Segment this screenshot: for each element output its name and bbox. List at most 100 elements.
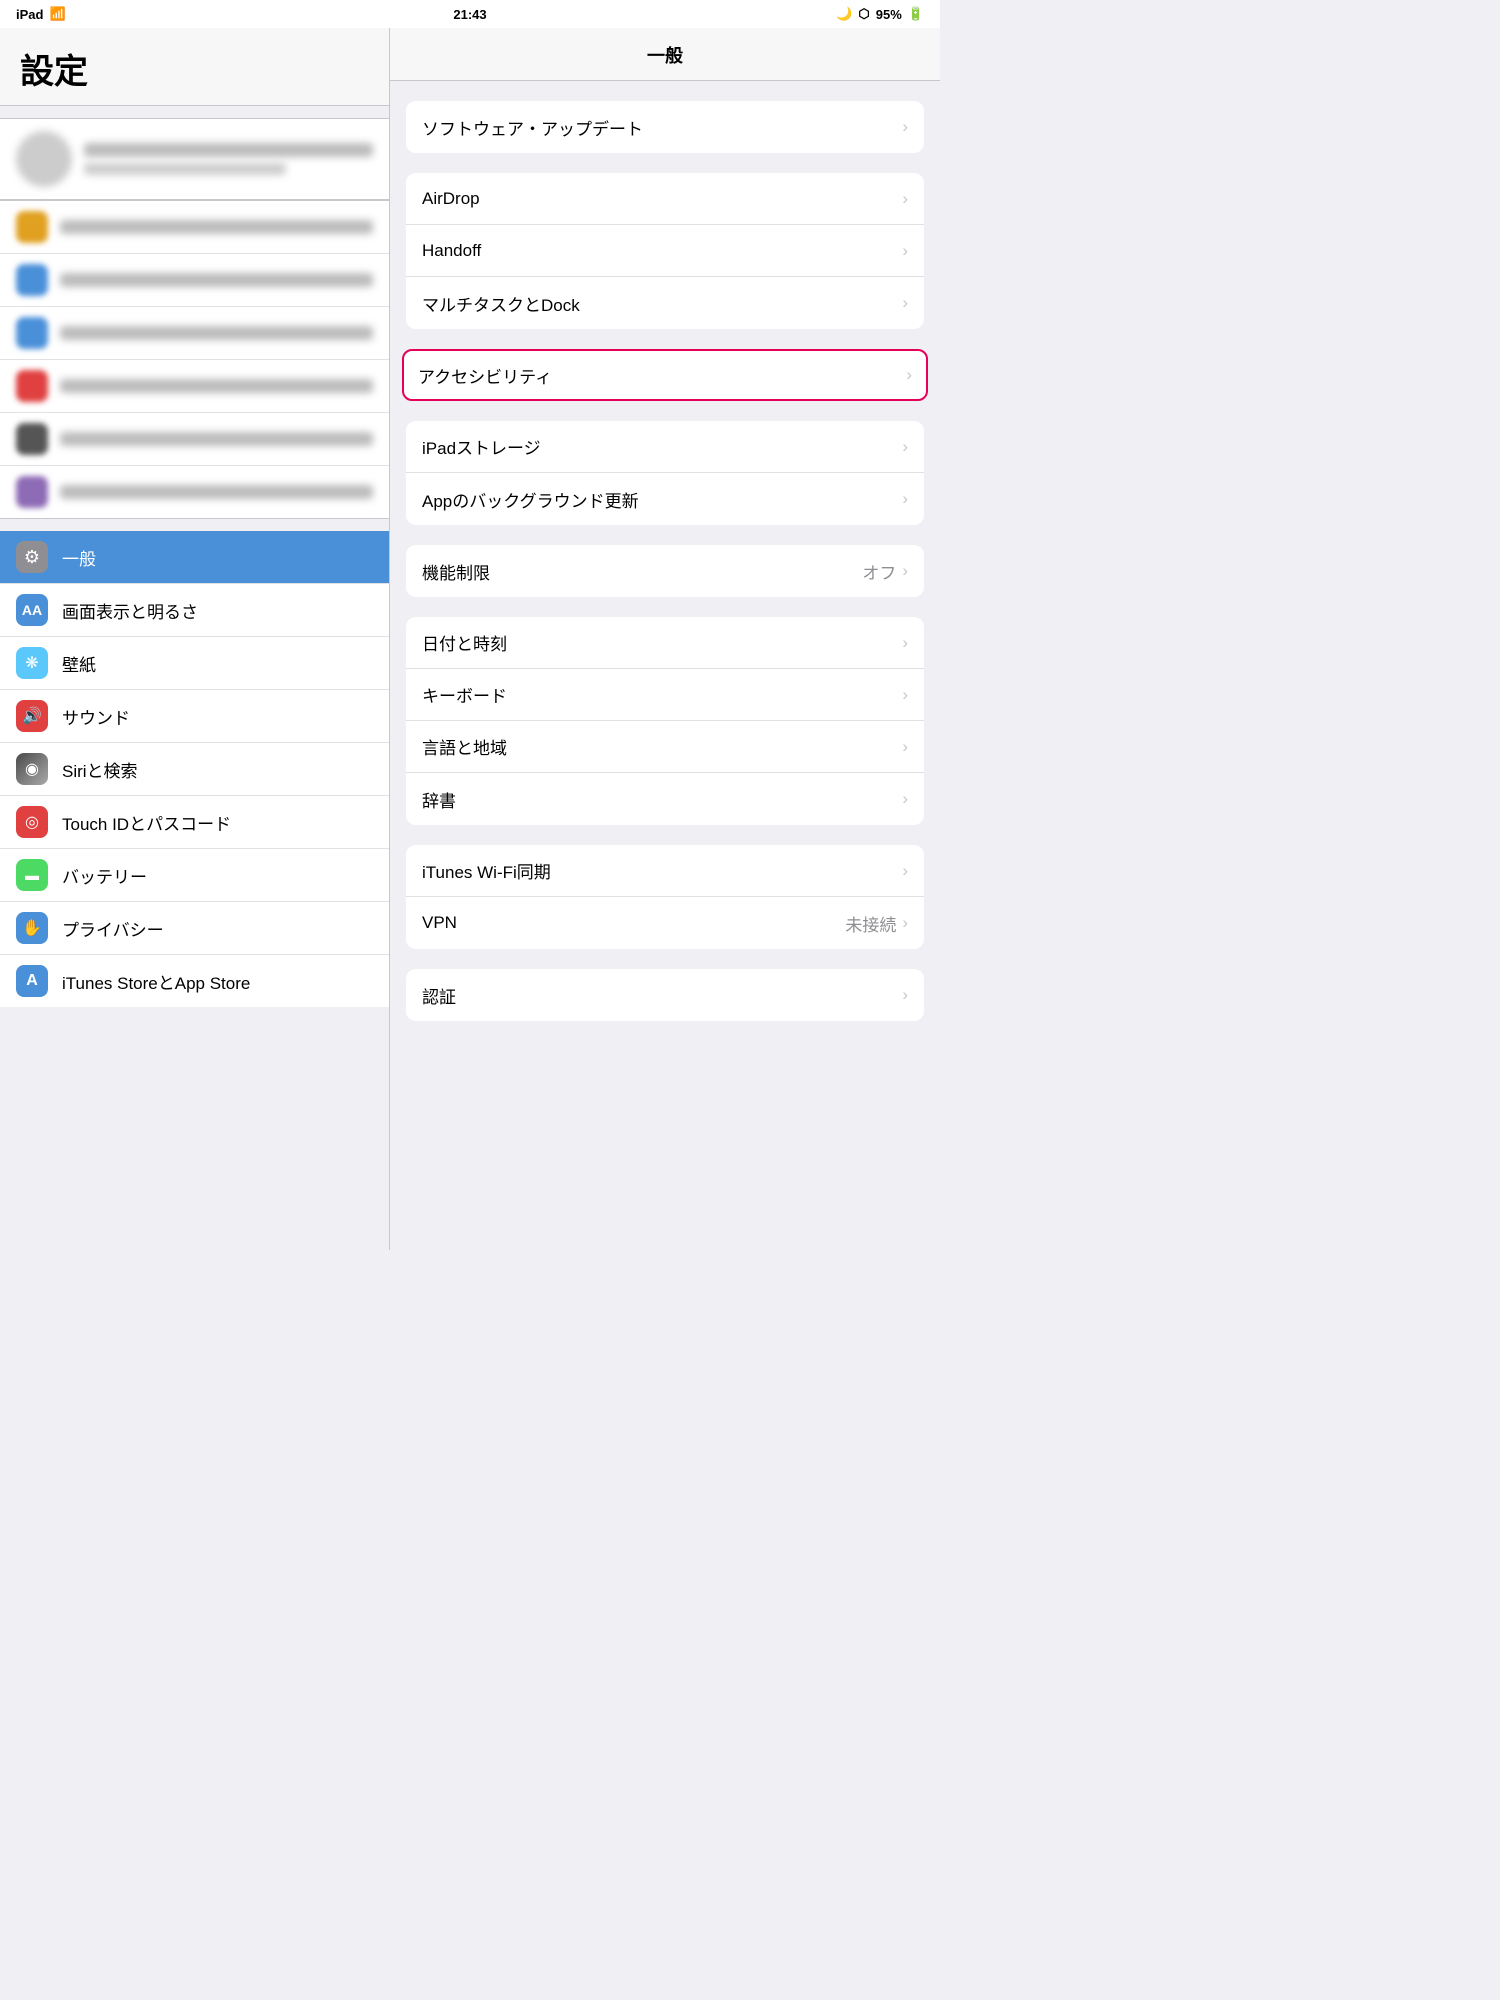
settings-row-language[interactable]: 言語と地域 › xyxy=(406,721,924,773)
touchid-icon: ◎ xyxy=(16,806,48,838)
user-avatar xyxy=(16,131,72,187)
blurred-icon-4 xyxy=(16,370,48,402)
content-header: 一般 xyxy=(390,28,940,81)
settings-row-datetime[interactable]: 日付と時刻 › xyxy=(406,617,924,669)
background-refresh-label: Appのバックグラウンド更新 xyxy=(422,487,902,512)
itunes-wifi-chevron: › xyxy=(902,861,908,881)
auth-chevron: › xyxy=(902,985,908,1005)
ipad-storage-chevron: › xyxy=(902,437,908,457)
display-label: 画面表示と明るさ xyxy=(62,598,198,623)
sidebar-item-general[interactable]: ⚙ 一般 xyxy=(0,531,389,584)
battery-icon: ▬ xyxy=(16,859,48,891)
main-content: 一般 ソフトウェア・アップデート › AirDrop › Handoff › マ… xyxy=(390,28,940,1250)
handoff-chevron: › xyxy=(902,241,908,261)
auth-label: 認証 xyxy=(422,983,902,1008)
language-label: 言語と地域 xyxy=(422,734,902,759)
blurred-text-3 xyxy=(60,326,373,340)
sidebar-item-display[interactable]: AA 画面表示と明るさ xyxy=(0,584,389,637)
settings-group-5: 日付と時刻 › キーボード › 言語と地域 › 辞書 › xyxy=(406,617,924,825)
blurred-item-4[interactable] xyxy=(0,360,389,413)
itunes-label: iTunes StoreとApp Store xyxy=(62,969,250,994)
wallpaper-label: 壁紙 xyxy=(62,651,96,676)
user-email-blur xyxy=(84,163,286,175)
settings-row-itunes-wifi[interactable]: iTunes Wi-Fi同期 › xyxy=(406,845,924,897)
accessibility-chevron: › xyxy=(906,365,912,385)
background-refresh-chevron: › xyxy=(902,489,908,509)
blurred-item-1[interactable] xyxy=(0,201,389,254)
dictionary-label: 辞書 xyxy=(422,787,902,812)
settings-row-airdrop[interactable]: AirDrop › xyxy=(406,173,924,225)
itunes-wifi-label: iTunes Wi-Fi同期 xyxy=(422,858,902,883)
settings-row-background-refresh[interactable]: Appのバックグラウンド更新 › xyxy=(406,473,924,525)
device-label: iPad xyxy=(16,7,43,22)
blurred-item-3[interactable] xyxy=(0,307,389,360)
settings-row-restrictions[interactable]: 機能制限 オフ › xyxy=(406,545,924,597)
blurred-item-5[interactable] xyxy=(0,413,389,466)
vpn-value: 未接続 xyxy=(845,911,896,936)
settings-row-auth[interactable]: 認証 › xyxy=(406,969,924,1021)
app-container: 設定 xyxy=(0,28,940,1250)
ipad-storage-label: iPadストレージ xyxy=(422,434,902,459)
sidebar-item-battery[interactable]: ▬ バッテリー xyxy=(0,849,389,902)
sidebar-title: 設定 xyxy=(20,44,369,93)
sound-icon: 🔊 xyxy=(16,700,48,732)
settings-row-keyboard[interactable]: キーボード › xyxy=(406,669,924,721)
settings-group-4: 機能制限 オフ › xyxy=(406,545,924,597)
blurred-text-2 xyxy=(60,273,373,287)
battery-level: 95% xyxy=(876,7,902,22)
sidebar-item-touchid[interactable]: ◎ Touch IDとパスコード xyxy=(0,796,389,849)
settings-row-ipad-storage[interactable]: iPadストレージ › xyxy=(406,421,924,473)
settings-row-dictionary[interactable]: 辞書 › xyxy=(406,773,924,825)
blurred-text-4 xyxy=(60,379,373,393)
blurred-item-2[interactable] xyxy=(0,254,389,307)
siri-label: Siriと検索 xyxy=(62,757,138,782)
keyboard-label: キーボード xyxy=(422,682,902,707)
user-info xyxy=(84,143,373,175)
restrictions-chevron: › xyxy=(902,561,908,581)
privacy-icon: ✋ xyxy=(16,912,48,944)
sidebar-item-privacy[interactable]: ✋ プライバシー xyxy=(0,902,389,955)
moon-icon: 🌙 xyxy=(836,6,852,22)
blurred-text-5 xyxy=(60,432,373,446)
sidebar-menu-section: ⚙ 一般 AA 画面表示と明るさ ❋ 壁紙 🔊 サウンド ◉ Siriと検索 xyxy=(0,531,389,1007)
restrictions-value: オフ xyxy=(862,559,896,584)
general-label: 一般 xyxy=(62,545,96,570)
language-chevron: › xyxy=(902,737,908,757)
settings-group-accessibility: アクセシビリティ › xyxy=(404,349,926,401)
sidebar-item-siri[interactable]: ◉ Siriと検索 xyxy=(0,743,389,796)
settings-row-vpn[interactable]: VPN 未接続 › xyxy=(406,897,924,949)
sidebar-item-sound[interactable]: 🔊 サウンド xyxy=(0,690,389,743)
vpn-label: VPN xyxy=(422,913,845,933)
touchid-label: Touch IDとパスコード xyxy=(62,810,231,835)
restrictions-label: 機能制限 xyxy=(422,559,862,584)
datetime-chevron: › xyxy=(902,633,908,653)
status-bar: iPad 📶 21:43 🌙 ⬡ 95% 🔋 xyxy=(0,0,940,28)
software-update-label: ソフトウェア・アップデート xyxy=(422,115,902,140)
general-icon: ⚙ xyxy=(16,541,48,573)
sidebar-item-itunes[interactable]: A iTunes StoreとApp Store xyxy=(0,955,389,1007)
sidebar-item-wallpaper[interactable]: ❋ 壁紙 xyxy=(0,637,389,690)
status-time: 21:43 xyxy=(453,7,486,22)
blurred-icon-3 xyxy=(16,317,48,349)
multitask-label: マルチタスクとDock xyxy=(422,291,902,316)
battery-icon: 🔋 xyxy=(908,6,924,22)
blurred-icon-6 xyxy=(16,476,48,508)
software-update-chevron: › xyxy=(902,117,908,137)
settings-row-handoff[interactable]: Handoff › xyxy=(406,225,924,277)
siri-icon: ◉ xyxy=(16,753,48,785)
blurred-item-6[interactable] xyxy=(0,466,389,518)
settings-group-3: iPadストレージ › Appのバックグラウンド更新 › xyxy=(406,421,924,525)
settings-group-1: ソフトウェア・アップデート › xyxy=(406,101,924,153)
settings-row-software-update[interactable]: ソフトウェア・アップデート › xyxy=(406,101,924,153)
vpn-chevron: › xyxy=(902,913,908,933)
user-section[interactable] xyxy=(0,118,389,200)
airdrop-chevron: › xyxy=(902,189,908,209)
bluetooth-icon: ⬡ xyxy=(858,6,869,22)
blurred-icon-5 xyxy=(16,423,48,455)
settings-row-accessibility[interactable]: アクセシビリティ › xyxy=(402,349,928,401)
settings-row-multitask[interactable]: マルチタスクとDock › xyxy=(406,277,924,329)
itunes-icon: A xyxy=(16,965,48,997)
accessibility-label: アクセシビリティ xyxy=(418,363,906,388)
handoff-label: Handoff xyxy=(422,241,902,261)
blurred-section xyxy=(0,200,389,519)
